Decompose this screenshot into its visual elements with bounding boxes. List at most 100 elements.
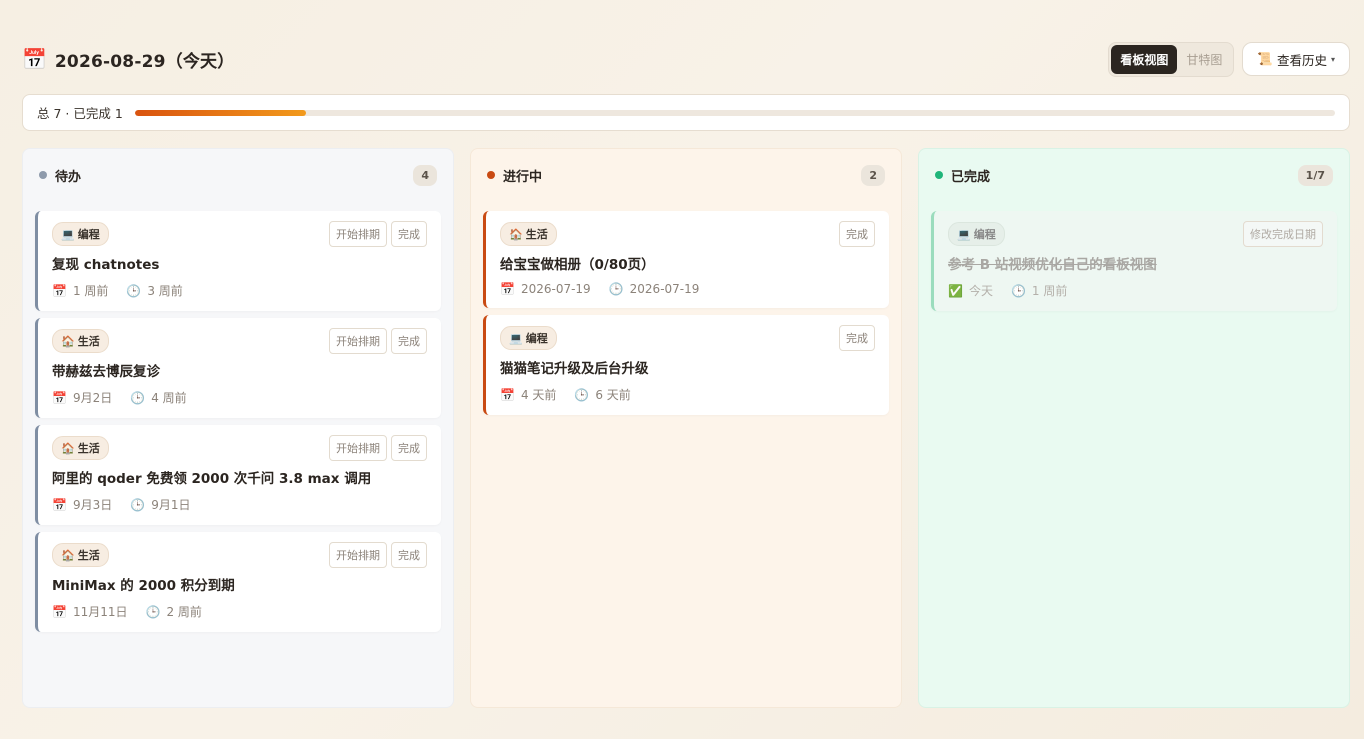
created-date: 📅 9月2日 [52, 389, 112, 406]
card-meta: 📅 4 天前 🕒 6 天前 [500, 386, 875, 403]
task-card[interactable]: 💻 编程 开始排期 完成 复现 chatnotes 📅 1 周前 🕒 3 周前 [35, 211, 441, 311]
column-title: 已完成 [951, 169, 991, 185]
complete-button[interactable]: 完成 [839, 221, 875, 247]
view-toggle: 看板视图 甘特图 [1108, 41, 1235, 77]
column-header: 已完成 1/7 [931, 149, 1337, 201]
task-card[interactable]: 🏠 生活 完成 给宝宝做相册（0/80页） 📅 2026-07-19 🕒 2026-… [483, 211, 889, 308]
task-card[interactable]: 🏠 生活 开始排期 完成 带赫兹去博辰复诊 📅 9月2日 🕒 4 周前 [35, 318, 441, 418]
category-tag: 💻 编程 [948, 222, 1005, 246]
task-card[interactable]: 🏠 生活 开始排期 完成 阿里的 qoder 免费领 2000 次千问 3.8 … [35, 425, 441, 525]
due-date: 🕒 2026-07-19 [609, 282, 700, 296]
task-card[interactable]: 💻 编程 修改完成日期 参考 B 站视频优化自己的看板视图 ✅ 今天 🕒 1 周前 [931, 211, 1337, 311]
category-tag: 💻 编程 [500, 326, 557, 350]
calendar-icon: 📅 [52, 390, 67, 405]
progress-text: 总 7 · 已完成 1 [37, 106, 123, 121]
view-history-button[interactable]: 📜 查看历史 ▾ [1242, 42, 1350, 76]
card-top: 🏠 生活 开始排期 完成 [52, 435, 427, 461]
complete-button[interactable]: 完成 [391, 221, 427, 247]
card-actions: 修改完成日期 [1243, 221, 1323, 247]
created-date-text: 9月3日 [72, 498, 113, 512]
house-icon: 🏠 [61, 548, 75, 562]
calendar-icon: 📅 [500, 387, 515, 402]
start-schedule-button[interactable]: 开始排期 [329, 435, 387, 461]
card-actions: 开始排期 完成 [329, 435, 427, 461]
complete-button[interactable]: 完成 [391, 435, 427, 461]
created-date: 📅 2026-07-19 [500, 282, 591, 296]
card-meta: 📅 1 周前 🕒 3 周前 [52, 282, 427, 299]
created-date-text: 11月11日 [72, 605, 128, 619]
chevron-down-icon: ▾ [1330, 54, 1335, 64]
card-title: 阿里的 qoder 免费领 2000 次千问 3.8 max 调用 [52, 471, 372, 487]
progress-summary: 总 7 · 已完成 1 [22, 94, 1350, 131]
task-card[interactable]: 🏠 生活 开始排期 完成 MiniMax 的 2000 积分到期 📅 11月11日… [35, 532, 441, 632]
house-icon: 🏠 [509, 227, 523, 241]
card-list: 💻 编程 修改完成日期 参考 B 站视频优化自己的看板视图 ✅ 今天 🕒 1 周前 [931, 211, 1337, 311]
category-tag: 💻 编程 [52, 222, 109, 246]
card-list: 💻 编程 开始排期 完成 复现 chatnotes 📅 1 周前 🕒 3 周前 [35, 211, 441, 632]
tag-label: 生活 [77, 335, 100, 348]
column-title-wrap: 进行中 [487, 166, 542, 185]
complete-button[interactable]: 完成 [391, 328, 427, 354]
complete-button[interactable]: 完成 [839, 325, 875, 351]
clock-icon: 🕒 [1010, 283, 1026, 298]
card-actions: 开始排期 完成 [329, 542, 427, 568]
status-dot-icon [487, 171, 495, 179]
card-meta: 📅 11月11日 🕒 2 周前 [52, 603, 427, 620]
due-date-text: 2026-07-19 [629, 282, 700, 296]
check-icon: ✅ [948, 283, 963, 298]
due-date-text: 2 周前 [166, 605, 202, 619]
card-list: 🏠 生活 完成 给宝宝做相册（0/80页） 📅 2026-07-19 🕒 2026-… [483, 211, 889, 415]
completed-date: ✅ 今天 [948, 282, 993, 299]
card-title: 参考 B 站视频优化自己的看板视图 [948, 257, 1157, 273]
card-meta: 📅 9月2日 🕒 4 周前 [52, 389, 427, 406]
calendar-icon: 📅 [52, 283, 67, 298]
complete-button[interactable]: 完成 [391, 542, 427, 568]
card-title: 猫猫笔记升级及后台升级 [500, 361, 649, 377]
card-title: 复现 chatnotes [52, 257, 160, 273]
column-todo: 待办 4 💻 编程 开始排期 完成 复现 chatnotes 📅 1 周前 🕒 … [22, 148, 454, 708]
tag-label: 编程 [973, 228, 996, 241]
card-top: 💻 编程 开始排期 完成 [52, 221, 427, 247]
due-date: 🕒 9月1日 [130, 496, 190, 513]
page-header: 📅 2026-08-29（今天） 看板视图 甘特图 📜 查看历史 ▾ [22, 41, 1350, 77]
clock-icon: 🕒 [130, 390, 146, 405]
start-schedule-button[interactable]: 开始排期 [329, 221, 387, 247]
card-actions: 完成 [839, 221, 875, 247]
due-date: 🕒 2 周前 [146, 603, 202, 620]
progress-fill [134, 109, 307, 116]
clock-icon: 🕒 [130, 497, 146, 512]
category-tag: 🏠 生活 [52, 329, 109, 353]
due-date-text: 6 天前 [595, 388, 631, 402]
kanban-view-button[interactable]: 看板视图 [1111, 44, 1178, 74]
tag-label: 编程 [525, 332, 548, 345]
calendar-icon: 📅 [52, 604, 67, 619]
gantt-view-button[interactable]: 甘特图 [1177, 45, 1231, 74]
due-date-text: 1 周前 [1031, 284, 1068, 298]
created-date-text: 4 天前 [520, 388, 557, 402]
scroll-icon: 📜 [1257, 51, 1273, 66]
edit-completion-date-button[interactable]: 修改完成日期 [1243, 221, 1323, 247]
start-schedule-button[interactable]: 开始排期 [329, 542, 387, 568]
due-date-text: 9月1日 [151, 498, 191, 512]
laptop-icon: 💻 [61, 227, 75, 241]
due-date: 🕒 1 周前 [1011, 282, 1067, 299]
card-top: 🏠 生活 开始排期 完成 [52, 542, 427, 568]
card-title: 带赫兹去博辰复诊 [52, 364, 160, 380]
column-title: 待办 [55, 169, 82, 185]
card-title: MiniMax 的 2000 积分到期 [52, 578, 235, 594]
status-dot-icon [935, 171, 943, 179]
card-actions: 开始排期 完成 [329, 328, 427, 354]
card-top: 💻 编程 修改完成日期 [948, 221, 1323, 247]
category-tag: 🏠 生活 [52, 436, 109, 460]
column-count-badge: 1/7 [1297, 164, 1333, 186]
card-top: 🏠 生活 完成 [500, 221, 875, 247]
task-card[interactable]: 💻 编程 完成 猫猫笔记升级及后台升级 📅 4 天前 🕒 6 天前 [483, 315, 889, 415]
created-date: 📅 11月11日 [52, 603, 128, 620]
card-title: 给宝宝做相册（0/80页） [500, 257, 655, 273]
calendar-icon: 📅 [500, 282, 515, 296]
card-top: 💻 编程 完成 [500, 325, 875, 351]
due-date: 🕒 4 周前 [130, 389, 186, 406]
start-schedule-button[interactable]: 开始排期 [329, 328, 387, 354]
calendar-icon: 📅 [22, 47, 47, 71]
column-done: 已完成 1/7 💻 编程 修改完成日期 参考 B 站视频优化自己的看板视图 ✅ 今… [918, 148, 1350, 708]
